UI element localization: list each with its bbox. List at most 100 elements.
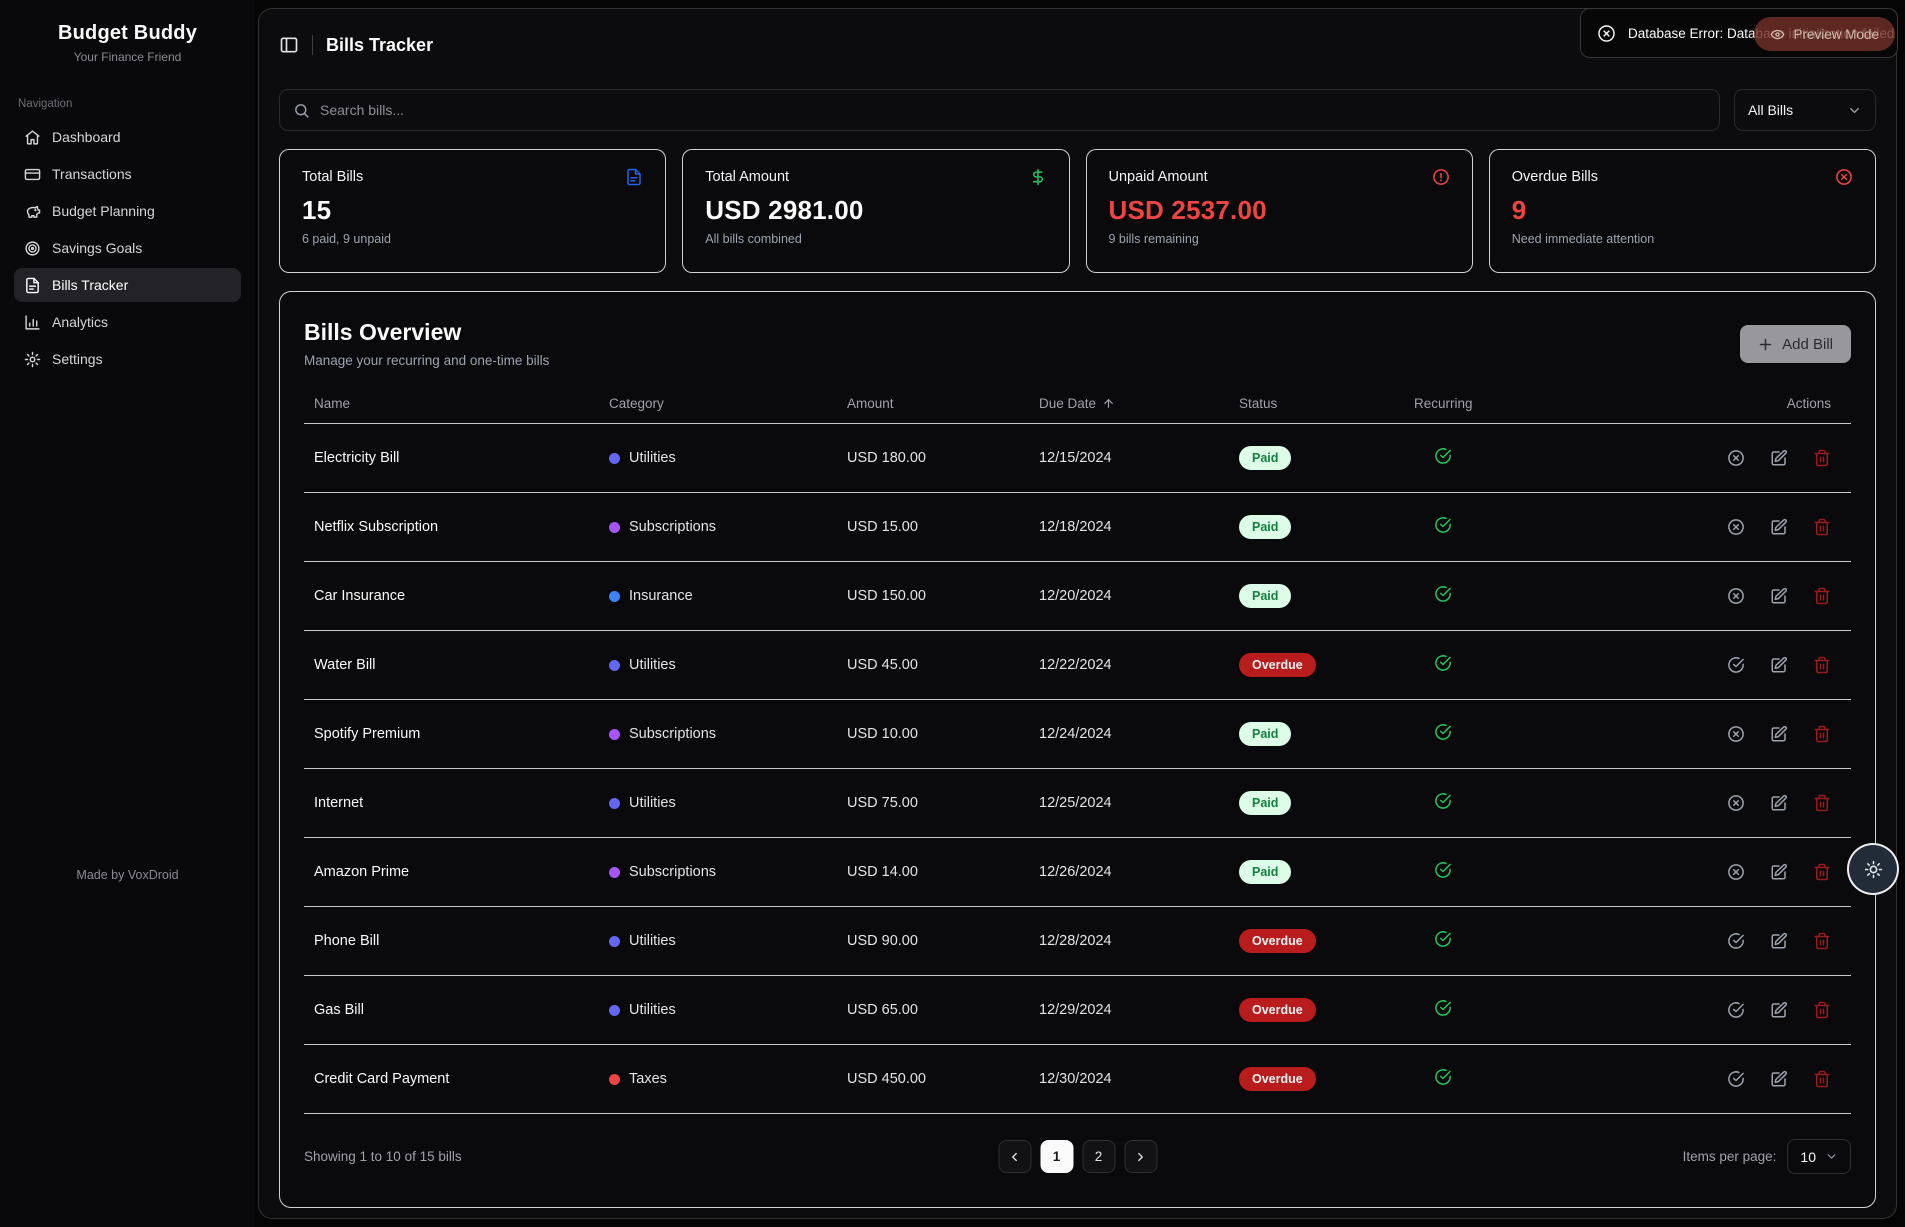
column-header-due-date[interactable]: Due Date bbox=[1039, 396, 1239, 411]
chevron-left-icon bbox=[1008, 1150, 1022, 1164]
delete-bill-button[interactable] bbox=[1813, 725, 1831, 743]
sidebar-item-label: Savings Goals bbox=[52, 240, 142, 256]
preview-mode-badge: Preview Mode bbox=[1754, 17, 1895, 51]
eye-icon bbox=[1770, 27, 1785, 42]
sidebar-item-label: Budget Planning bbox=[52, 203, 155, 219]
trash-icon bbox=[1813, 587, 1831, 605]
mark-paid-button[interactable] bbox=[1727, 656, 1745, 674]
bill-name: Water Bill bbox=[314, 657, 609, 673]
sort-ascending-icon bbox=[1102, 397, 1115, 410]
edit-bill-button[interactable] bbox=[1770, 863, 1788, 881]
bill-status-cell: Overdue bbox=[1239, 1067, 1414, 1091]
sidebar-item-analytics[interactable]: Analytics bbox=[14, 305, 241, 339]
status-badge: Paid bbox=[1239, 584, 1291, 608]
bill-amount: USD 450.00 bbox=[847, 1071, 1039, 1087]
table-row: Electricity Bill Utilities USD 180.00 12… bbox=[304, 424, 1851, 493]
sidebar-item-settings[interactable]: Settings bbox=[14, 342, 241, 376]
bill-status-cell: Overdue bbox=[1239, 653, 1414, 677]
recurring-check-circle-icon bbox=[1434, 516, 1452, 534]
recurring-check-circle-icon bbox=[1434, 1068, 1452, 1086]
mark-unpaid-button[interactable] bbox=[1727, 587, 1745, 605]
bills-table-body: Electricity Bill Utilities USD 180.00 12… bbox=[304, 424, 1851, 1114]
bill-recurring-cell bbox=[1414, 516, 1701, 538]
theme-toggle-button[interactable] bbox=[1847, 843, 1899, 895]
delete-bill-button[interactable] bbox=[1813, 794, 1831, 812]
bill-name: Phone Bill bbox=[314, 933, 609, 949]
edit-icon bbox=[1770, 587, 1788, 605]
home-icon bbox=[24, 129, 41, 146]
page-title: Bills Tracker bbox=[326, 35, 433, 56]
check-circle-icon bbox=[1727, 1001, 1745, 1019]
sidebar-item-bills-tracker[interactable]: Bills Tracker bbox=[14, 268, 241, 302]
trash-icon bbox=[1813, 932, 1831, 950]
edit-icon bbox=[1770, 794, 1788, 812]
delete-bill-button[interactable] bbox=[1813, 518, 1831, 536]
status-badge: Overdue bbox=[1239, 998, 1316, 1022]
mark-unpaid-button[interactable] bbox=[1727, 863, 1745, 881]
previous-page-button[interactable] bbox=[998, 1140, 1031, 1173]
mark-unpaid-button[interactable] bbox=[1727, 794, 1745, 812]
page-button-1[interactable]: 1 bbox=[1040, 1140, 1073, 1173]
topbar-divider bbox=[312, 35, 313, 55]
mark-unpaid-button[interactable] bbox=[1727, 518, 1745, 536]
bill-actions bbox=[1701, 587, 1851, 605]
status-badge: Overdue bbox=[1239, 653, 1316, 677]
edit-bill-button[interactable] bbox=[1770, 794, 1788, 812]
delete-bill-button[interactable] bbox=[1813, 656, 1831, 674]
edit-bill-button[interactable] bbox=[1770, 587, 1788, 605]
bill-name: Internet bbox=[314, 795, 609, 811]
edit-bill-button[interactable] bbox=[1770, 449, 1788, 467]
bill-status-cell: Paid bbox=[1239, 515, 1414, 539]
delete-bill-button[interactable] bbox=[1813, 1070, 1831, 1088]
bill-amount: USD 45.00 bbox=[847, 657, 1039, 673]
category-dot-icon bbox=[609, 798, 620, 809]
edit-icon bbox=[1770, 863, 1788, 881]
delete-bill-button[interactable] bbox=[1813, 1001, 1831, 1019]
bills-filter-select[interactable]: All Bills bbox=[1734, 89, 1876, 131]
sidebar-credit: Made by VoxDroid bbox=[0, 868, 255, 882]
sidebar-toggle-button[interactable] bbox=[279, 35, 299, 55]
recurring-check-circle-icon bbox=[1434, 585, 1452, 603]
edit-bill-button[interactable] bbox=[1770, 932, 1788, 950]
category-label: Subscriptions bbox=[629, 726, 716, 742]
stat-card-unpaid-amount: Unpaid Amount USD 2537.00 9 bills remain… bbox=[1086, 149, 1473, 273]
items-per-page-select[interactable]: 10 bbox=[1787, 1139, 1851, 1174]
bill-recurring-cell bbox=[1414, 654, 1701, 676]
gear-icon bbox=[24, 351, 41, 368]
search-box bbox=[279, 89, 1720, 131]
edit-bill-button[interactable] bbox=[1770, 725, 1788, 743]
delete-bill-button[interactable] bbox=[1813, 587, 1831, 605]
bill-recurring-cell bbox=[1414, 792, 1701, 814]
table-row: Credit Card Payment Taxes USD 450.00 12/… bbox=[304, 1045, 1851, 1114]
add-bill-button[interactable]: Add Bill bbox=[1740, 325, 1851, 363]
delete-bill-button[interactable] bbox=[1813, 932, 1831, 950]
mark-unpaid-button[interactable] bbox=[1727, 725, 1745, 743]
sidebar-item-transactions[interactable]: Transactions bbox=[14, 157, 241, 191]
mark-paid-button[interactable] bbox=[1727, 932, 1745, 950]
mark-paid-button[interactable] bbox=[1727, 1001, 1745, 1019]
recurring-check-circle-icon bbox=[1434, 930, 1452, 948]
stat-card-total-amount: Total Amount USD 2981.00 All bills combi… bbox=[682, 149, 1069, 273]
edit-bill-button[interactable] bbox=[1770, 518, 1788, 536]
edit-bill-button[interactable] bbox=[1770, 1001, 1788, 1019]
check-circle-icon bbox=[1727, 932, 1745, 950]
delete-bill-button[interactable] bbox=[1813, 863, 1831, 881]
sidebar-item-label: Analytics bbox=[52, 314, 108, 330]
sidebar-item-dashboard[interactable]: Dashboard bbox=[14, 120, 241, 154]
page-button-2[interactable]: 2 bbox=[1082, 1140, 1115, 1173]
bill-actions bbox=[1701, 1001, 1851, 1019]
delete-bill-button[interactable] bbox=[1813, 449, 1831, 467]
next-page-button[interactable] bbox=[1124, 1140, 1157, 1173]
edit-bill-button[interactable] bbox=[1770, 1070, 1788, 1088]
edit-icon bbox=[1770, 449, 1788, 467]
sidebar-item-budget-planning[interactable]: Budget Planning bbox=[14, 194, 241, 228]
mark-paid-button[interactable] bbox=[1727, 1070, 1745, 1088]
bill-actions bbox=[1701, 1070, 1851, 1088]
sidebar-item-savings-goals[interactable]: Savings Goals bbox=[14, 231, 241, 265]
alert-circle-icon bbox=[1432, 168, 1450, 186]
mark-unpaid-button[interactable] bbox=[1727, 449, 1745, 467]
edit-bill-button[interactable] bbox=[1770, 656, 1788, 674]
search-input[interactable] bbox=[320, 102, 1706, 118]
bill-name: Car Insurance bbox=[314, 588, 609, 604]
trash-icon bbox=[1813, 518, 1831, 536]
